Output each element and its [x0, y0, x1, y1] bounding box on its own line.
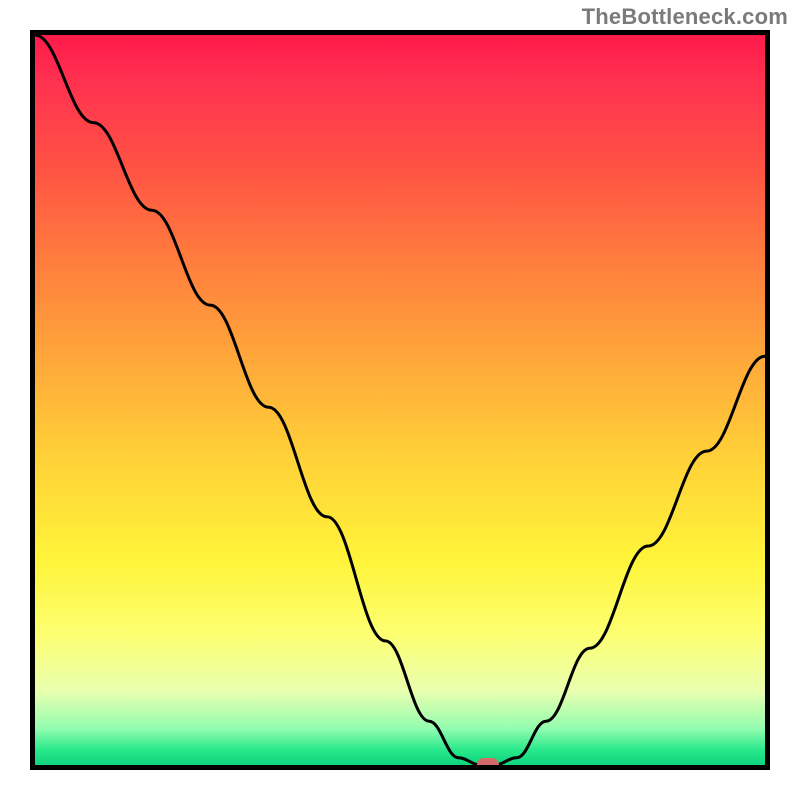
bottleneck-curve	[35, 35, 765, 765]
optimum-marker	[477, 758, 499, 770]
watermark-text: TheBottleneck.com	[582, 4, 788, 30]
plot-area	[30, 30, 770, 770]
chart-container: TheBottleneck.com	[0, 0, 800, 800]
